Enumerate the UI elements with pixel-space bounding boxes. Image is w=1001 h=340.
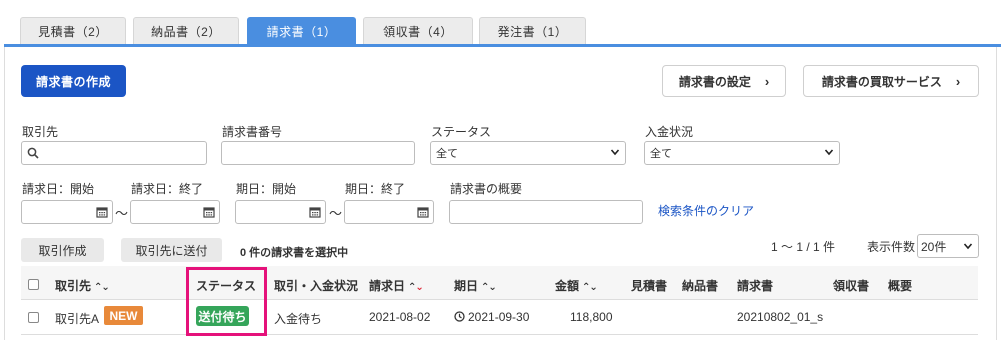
client-filter-label: 取引先 (22, 125, 59, 139)
invoice-date-start-input[interactable] (21, 200, 113, 224)
chevron-right-icon: › (764, 73, 770, 89)
status-filter-label: ステータス (431, 125, 492, 139)
column-amount[interactable]: 金額 ⌃⌄ (555, 277, 598, 294)
status-select-value: 全て (436, 148, 458, 160)
invoice-date-start-label: 請求日：開始 (22, 182, 95, 196)
column-quote: 見積書 (631, 279, 668, 293)
payment-select[interactable]: 全て (644, 141, 840, 165)
payment-select-value: 全て (650, 148, 672, 160)
tab-receipt[interactable]: 領収書（4） (363, 17, 473, 45)
tab-purchase-order[interactable]: 発注書（1） (479, 17, 586, 45)
column-invoice: 請求書 (737, 279, 774, 293)
sort-icon: ⌃⌄ (94, 282, 110, 293)
chevron-down-icon (610, 149, 620, 156)
payment-filter-label: 入金状況 (645, 125, 694, 139)
column-deal: 取引・入金状況 (274, 279, 359, 293)
due-date-start-label: 期日：開始 (236, 182, 297, 196)
per-page-label: 表示件数 (867, 240, 916, 254)
column-invoice-date[interactable]: 請求日 ⌃⌄ (369, 277, 424, 294)
sort-icon: ⌃⌄ (408, 282, 424, 293)
tab-quote[interactable]: 見積書（2） (20, 17, 126, 45)
invoice-date-end-label: 請求日：終了 (131, 182, 204, 196)
new-badge: NEW (104, 306, 143, 325)
date-range-separator: 〜 (329, 206, 343, 221)
invoice-purchase-label: 請求書の買取サービス (821, 74, 942, 89)
result-range: 1 〜 1 / 1 件 (771, 240, 836, 254)
column-client-label: 取引先 (55, 279, 92, 293)
chevron-down-icon (963, 243, 973, 250)
select-all-checkbox[interactable] (28, 279, 39, 290)
column-due-date-label: 期日 (454, 279, 479, 293)
invoice-date-end-input[interactable] (130, 200, 220, 224)
document-tabs: 見積書（2） 納品書（2） 請求書（1） 領収書（4） 発注書（1） (0, 0, 1001, 47)
send-to-client-button[interactable]: 取引先に送付 (121, 238, 222, 262)
selected-count: 0 件の請求書を選択中 (240, 247, 349, 259)
per-page-value: 20件 (921, 239, 947, 254)
invoice-settings-button[interactable]: 請求書の設定 › (662, 65, 786, 97)
row-divider (21, 334, 978, 335)
column-amount-label: 金額 (555, 279, 580, 293)
header-divider (21, 299, 978, 300)
invoice-purchase-button[interactable]: 請求書の買取サービス › (803, 65, 979, 97)
due-date-end-input[interactable] (344, 200, 434, 224)
status-column-highlight (186, 267, 267, 336)
date-range-separator: 〜 (115, 206, 129, 221)
status-select[interactable]: 全て (430, 141, 626, 165)
search-icon (27, 147, 39, 159)
summary-filter-label: 請求書の概要 (450, 182, 523, 196)
column-receipt: 領収書 (833, 279, 870, 293)
row-invoice-link[interactable]: 20210802_01_s (737, 310, 823, 324)
row-deal-link[interactable]: 入金待ち (274, 310, 322, 327)
sort-icon: ⌃⌄ (481, 282, 497, 293)
invoice-number-label: 請求書番号 (222, 125, 283, 139)
column-summary: 概要 (888, 279, 913, 293)
row-due-date-value: 2021-09-30 (468, 310, 530, 324)
column-delivery: 納品書 (682, 279, 719, 293)
calendar-icon (96, 207, 108, 218)
sort-icon: ⌃⌄ (582, 282, 598, 293)
invoice-settings-label: 請求書の設定 (678, 74, 751, 89)
column-invoice-date-label: 請求日 (369, 279, 406, 293)
clock-icon (454, 311, 465, 322)
client-search-input[interactable] (21, 141, 207, 165)
due-date-end-label: 期日：終了 (345, 182, 406, 196)
calendar-icon (203, 207, 215, 218)
row-amount: 118,800 (570, 310, 613, 324)
create-deal-button[interactable]: 取引作成 (21, 238, 104, 262)
create-invoice-button[interactable]: 請求書の作成 (21, 65, 126, 97)
tab-invoice[interactable]: 請求書（1） (247, 17, 356, 45)
row-client: 取引先A (55, 312, 100, 326)
calendar-icon (417, 207, 429, 218)
due-date-start-input[interactable] (235, 200, 326, 224)
chevron-down-icon (824, 149, 834, 156)
chevron-right-icon: › (955, 73, 961, 89)
row-due-date: 2021-09-30 (454, 310, 529, 324)
clear-filters-link[interactable]: 検索条件のクリア (658, 202, 754, 219)
column-due-date[interactable]: 期日 ⌃⌄ (454, 277, 497, 294)
calendar-icon (309, 207, 321, 218)
column-client[interactable]: 取引先 ⌃⌄ (55, 277, 110, 294)
per-page-select[interactable]: 20件 (917, 234, 979, 258)
row-invoice-date: 2021-08-02 (369, 310, 431, 324)
summary-input[interactable] (449, 200, 643, 224)
tab-delivery[interactable]: 納品書（2） (133, 17, 239, 45)
invoice-number-input[interactable] (221, 141, 415, 165)
row-checkbox[interactable] (28, 312, 39, 323)
